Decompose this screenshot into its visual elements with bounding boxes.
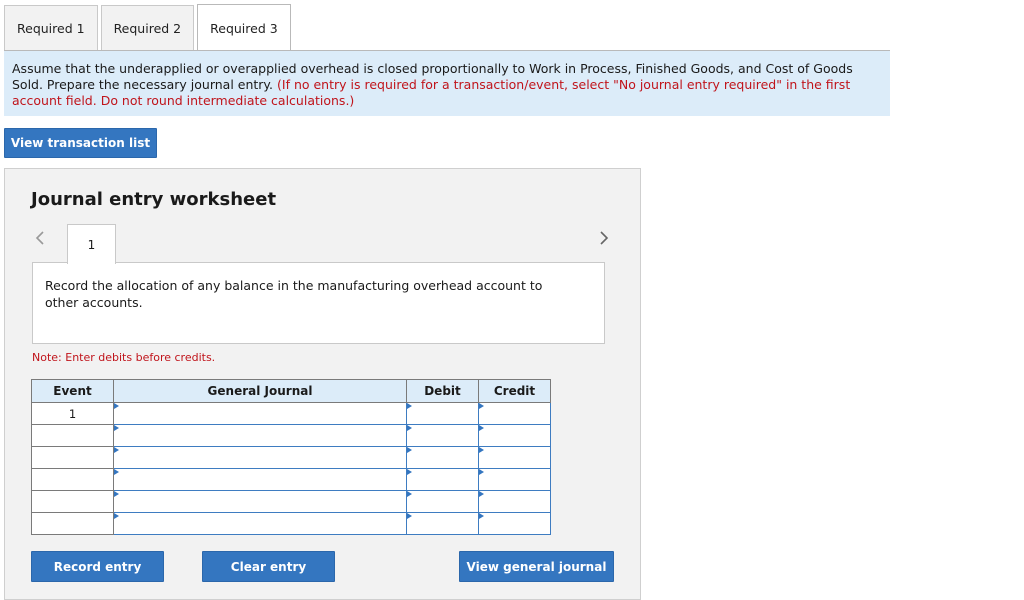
debit-input[interactable] — [406, 490, 479, 513]
credit-input[interactable] — [478, 446, 551, 469]
table-row — [31, 468, 551, 491]
chevron-right-icon[interactable] — [597, 228, 611, 248]
view-transaction-list-button[interactable]: View transaction list — [4, 128, 157, 158]
event-cell — [31, 424, 114, 447]
credit-input[interactable] — [478, 468, 551, 491]
journal-table-header: Event General Journal Debit Credit — [31, 379, 551, 403]
debit-input[interactable] — [406, 446, 479, 469]
instructions-box: Assume that the underapplied or overappl… — [4, 51, 890, 116]
debit-input[interactable] — [406, 424, 479, 447]
credit-header: Credit — [478, 379, 551, 403]
general-journal-header: General Journal — [113, 379, 407, 403]
entry-description: Record the allocation of any balance in … — [45, 278, 543, 310]
event-cell — [31, 512, 114, 535]
tab-required-1[interactable]: Required 1 — [4, 5, 98, 51]
account-input[interactable] — [113, 446, 407, 469]
required-tabs: Required 1 Required 2 Required 3 — [4, 4, 294, 51]
debit-header: Debit — [406, 379, 479, 403]
table-row: 1 — [31, 402, 551, 425]
record-entry-button[interactable]: Record entry — [31, 551, 164, 582]
credit-input[interactable] — [478, 402, 551, 425]
table-row — [31, 424, 551, 447]
table-row — [31, 446, 551, 469]
tab-required-2[interactable]: Required 2 — [100, 5, 195, 51]
event-cell — [31, 468, 114, 491]
event-cell: 1 — [31, 402, 114, 425]
debit-input[interactable] — [406, 512, 479, 535]
debit-input[interactable] — [406, 468, 479, 491]
credit-input[interactable] — [478, 512, 551, 535]
event-cell — [31, 446, 114, 469]
credit-input[interactable] — [478, 490, 551, 513]
debit-input[interactable] — [406, 402, 479, 425]
account-input[interactable] — [113, 490, 407, 513]
credit-input[interactable] — [478, 424, 551, 447]
worksheet-title: Journal entry worksheet — [31, 189, 277, 210]
table-row — [31, 490, 551, 513]
account-input[interactable] — [113, 468, 407, 491]
worksheet-page-tab[interactable]: 1 — [67, 224, 116, 264]
entry-description-box: Record the allocation of any balance in … — [32, 262, 605, 344]
clear-entry-button[interactable]: Clear entry — [202, 551, 335, 582]
account-input[interactable] — [113, 402, 407, 425]
journal-table: Event General Journal Debit Credit 1 — [31, 379, 551, 535]
debits-credits-note: Note: Enter debits before credits. — [32, 351, 216, 364]
journal-entry-worksheet-panel: Journal entry worksheet 1 Record the all… — [4, 168, 641, 600]
table-row — [31, 512, 551, 535]
account-input[interactable] — [113, 424, 407, 447]
chevron-left-icon[interactable] — [33, 228, 47, 248]
event-header: Event — [31, 379, 114, 403]
account-input[interactable] — [113, 512, 407, 535]
view-general-journal-button[interactable]: View general journal — [459, 551, 614, 582]
event-cell — [31, 490, 114, 513]
tab-required-3[interactable]: Required 3 — [197, 4, 291, 51]
